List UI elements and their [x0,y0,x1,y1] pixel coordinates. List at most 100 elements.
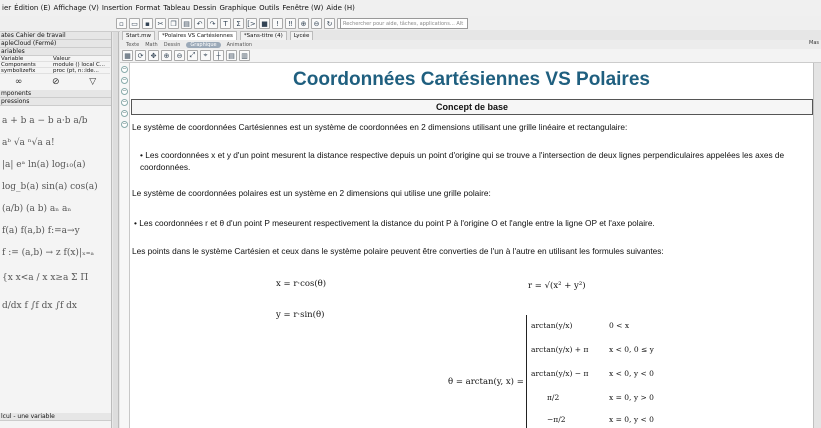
copy-icon[interactable]: ❐ [168,18,179,29]
mode-plot[interactable]: Graphique [186,41,221,48]
left-panel-tabs[interactable]: ates Cahier de travail [0,32,111,40]
infinity-icon[interactable]: ∞ [15,77,23,87]
menu-edit[interactable]: Édition (E) [14,4,50,12]
tab-start[interactable]: Start.mw [122,31,156,40]
maplecloud-header[interactable]: apleCloud (Fermé) [0,40,111,48]
mas-label: Mas [809,40,819,46]
paragraph-cartesian-coords: • Les coordonnées x et y d'un point mesu… [140,150,785,172]
vertical-scrollbar[interactable] [813,63,821,428]
math-mode-icon[interactable]: Σ [233,18,244,29]
tab-sans-titre[interactable]: *Sans-titre (4) [239,31,287,40]
equation-r[interactable]: r = √(x² + y²) [528,281,586,291]
piece-cond: x < 0, 0 ≤ y [609,345,654,354]
style-icon[interactable]: ▤ [226,50,237,61]
tab-lycee[interactable]: Lycée [289,31,314,40]
menu-file[interactable]: ier [2,4,11,12]
menu-drawing[interactable]: Dessin [193,4,216,12]
collapse-toggle-icon[interactable]: − [121,99,128,106]
menu-bar: ier Édition (E) Affichage (V) Insertion … [0,0,821,16]
execute-icon[interactable]: ! [272,18,283,29]
save-icon[interactable]: ▪ [142,18,153,29]
mode-drawing[interactable]: Dessin [164,42,181,48]
collapse-toggle-icon[interactable]: − [121,66,128,73]
equation-theta[interactable]: θ = arctan(y, x) = [448,377,524,387]
collapse-toggle-icon[interactable]: − [121,88,128,95]
new-icon[interactable]: ▫ [116,18,127,29]
piece-expr: arctan(y/x) [531,321,573,330]
search-input[interactable]: Rechercher pour aide, tâches, applicatio… [340,18,468,29]
piecewise-definition[interactable]: arctan(y/x) 0 < x arctan(y/x) + π x < 0,… [526,315,666,428]
rotate-icon[interactable]: ⟳ [135,50,146,61]
piece-expr: arctan(y/x) + π [531,345,589,354]
var-value: proc (pt, n::ide... [52,68,110,74]
text-mode-icon[interactable]: T [220,18,231,29]
menu-plot[interactable]: Graphique [219,4,256,12]
paragraph-conversion: Les points dans le système Cartésien et … [132,246,664,256]
menu-help[interactable]: Aide (H) [326,4,354,12]
piece-cond: x = 0, y > 0 [609,393,654,402]
pan-icon[interactable]: ✥ [148,50,159,61]
menu-insert[interactable]: Insertion [102,4,133,12]
redo-icon[interactable]: ↷ [207,18,218,29]
paragraph-cartesian: Le système de coordonnées Cartésiennes e… [132,122,628,132]
left-palette-panel: ates Cahier de travail apleCloud (Fermé)… [0,32,112,428]
plot-toolbar: ▦ ⟳ ✥ ⊕ ⊖ ⤢ ⌖ ┼ ▤ ▥ [120,49,821,63]
piece-cond: 0 < x [609,321,630,330]
menu-view[interactable]: Affichage (V) [53,4,98,12]
execute-all-icon[interactable]: ‼ [285,18,296,29]
palette-row[interactable]: {x x<a / x x≥a Σ Π [0,264,111,292]
palette-row[interactable]: |a| eᵃ ln(a) log₁₀(a) [0,154,111,176]
panel-splitter[interactable] [113,32,119,428]
menu-window[interactable]: Fenêtre (W) [282,4,323,12]
cut-icon[interactable]: ✂ [155,18,166,29]
hide-icon[interactable]: ⊘ [52,77,60,87]
collapse-toggle-icon[interactable]: − [121,110,128,117]
palette-row[interactable]: (a/b) (a b) aₙ aₙ [0,198,111,220]
paste-icon[interactable]: ▤ [181,18,192,29]
grid-icon[interactable]: ▦ [122,50,133,61]
equation-y[interactable]: y = r·sin(θ) [276,310,324,320]
components-header[interactable]: mponents [0,90,111,98]
point-probe-icon[interactable]: ⌖ [200,50,211,61]
exec-group-icon[interactable]: [> [246,18,257,29]
piece-expr: −π/2 [547,415,566,424]
section-collapse-column: − − − − − − [120,63,130,428]
worksheet[interactable]: Coordonnées Cartésiennes VS Polaires Con… [130,63,813,428]
restart-icon[interactable]: ↻ [324,18,335,29]
menu-format[interactable]: Format [136,4,161,12]
scale-icon[interactable]: ⤢ [187,50,198,61]
palette-row[interactable]: d/dx f ∫f dx ∫f dx [0,292,111,320]
palette-row[interactable]: f := (a,b) → z f(x)|ₓ₌ₐ [0,242,111,264]
mode-text[interactable]: Texte [126,42,139,48]
mode-math[interactable]: Math [145,42,158,48]
variables-table: Variable Valeur Components module () loc… [0,56,111,74]
collapse-toggle-icon[interactable]: − [121,77,128,84]
axes-icon[interactable]: ┼ [213,50,224,61]
piece-cond: x = 0, y < 0 [609,415,654,424]
tab-polaires[interactable]: *Polaires VS Cartésiennes [158,31,237,40]
section-header[interactable]: Concept de base [131,99,813,115]
expressions-header[interactable]: pressions [0,98,111,106]
zoom-out-icon[interactable]: ⊖ [311,18,322,29]
palette-row[interactable]: log_b(a) sin(a) cos(a) [0,176,111,198]
legend-icon[interactable]: ▥ [239,50,250,61]
undo-icon[interactable]: ↶ [194,18,205,29]
stop-icon[interactable]: ■ [259,18,270,29]
palette-row[interactable]: a + b a − b a·b a/b [0,110,111,132]
piece-expr: π/2 [547,393,560,402]
menu-table[interactable]: Tableau [163,4,190,12]
collapse-toggle-icon[interactable]: − [121,121,128,128]
mode-animation[interactable]: Animation [227,42,253,48]
menu-tools[interactable]: Outils [259,4,279,12]
palette-row[interactable]: f(a) f(a,b) f:=a→y [0,220,111,242]
filter-icon[interactable]: ▽ [89,77,96,87]
palette-footer[interactable]: lcul - une variable [0,413,111,421]
zoom-icon[interactable]: ⊕ [161,50,172,61]
var-name[interactable]: symbolizefix [0,68,52,74]
zoom-out-plot-icon[interactable]: ⊖ [174,50,185,61]
zoom-in-icon[interactable]: ⊕ [298,18,309,29]
equation-x[interactable]: x = r·cos(θ) [276,279,326,289]
variables-header[interactable]: ariables [0,48,111,56]
open-icon[interactable]: ▭ [129,18,140,29]
palette-row[interactable]: aᵇ √a ⁿ√a a! [0,132,111,154]
